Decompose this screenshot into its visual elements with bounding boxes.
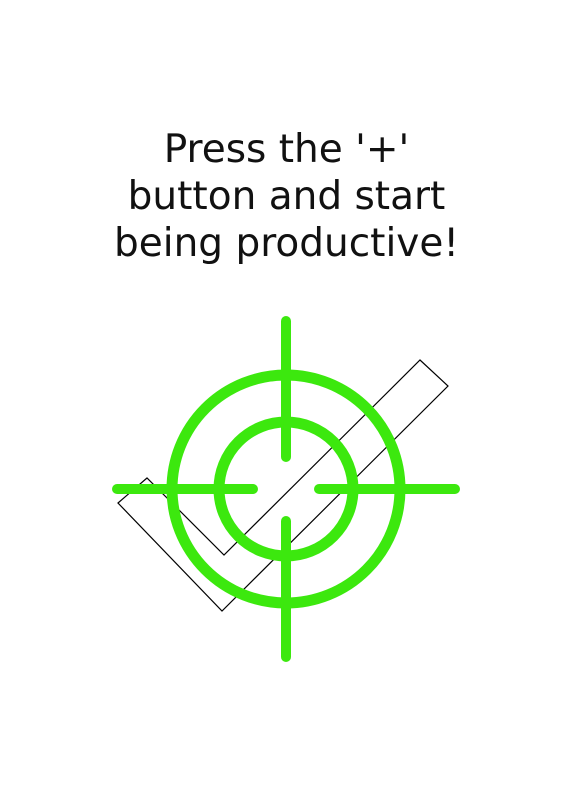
crosshair-icon [112, 316, 460, 662]
empty-state-screen: Press the '+' button and start being pro… [0, 0, 573, 791]
empty-state-illustration [112, 316, 460, 662]
